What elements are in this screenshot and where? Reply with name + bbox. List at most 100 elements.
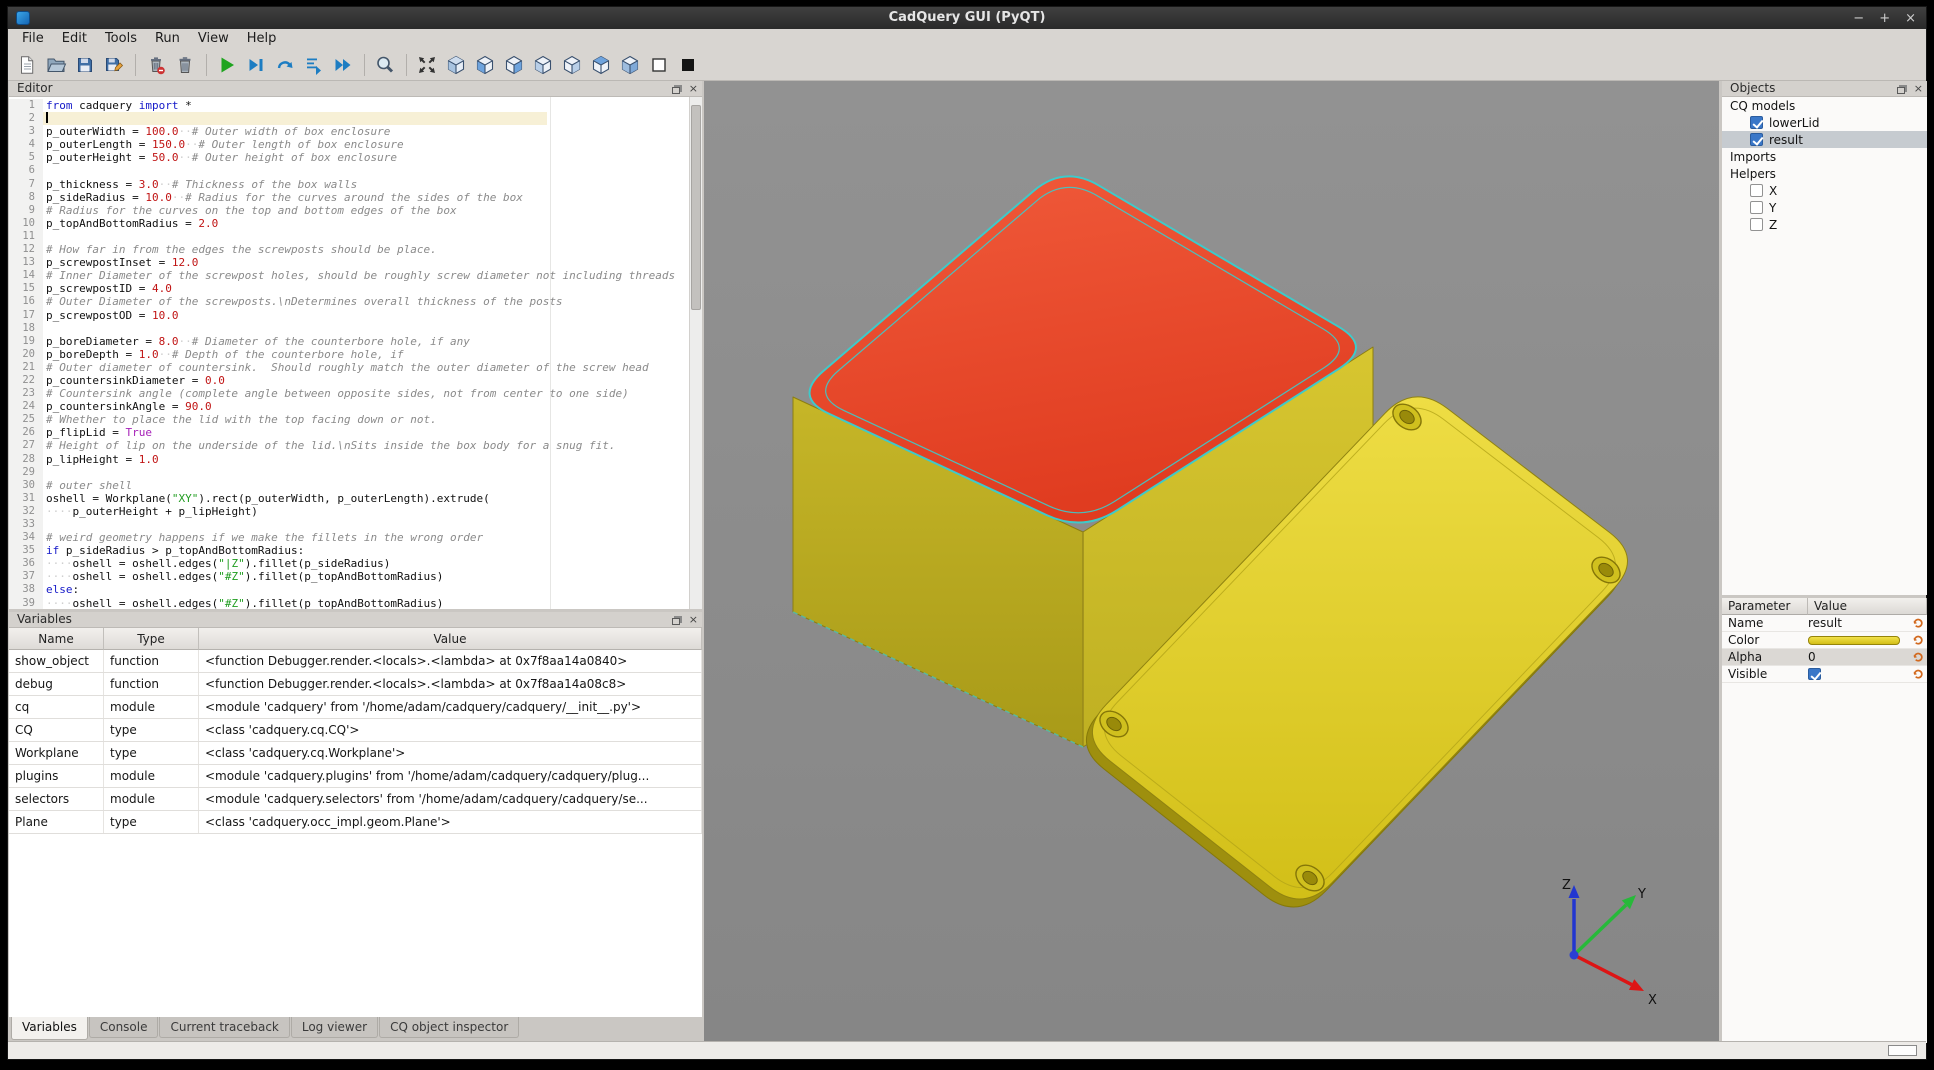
view-back-button[interactable] <box>500 51 527 78</box>
code-line[interactable]: 23# Countersink angle (complete angle be… <box>9 387 689 400</box>
param-row-name[interactable]: Nameresult <box>1722 615 1927 632</box>
menu-tools[interactable]: Tools <box>96 29 146 49</box>
variables-column-name[interactable]: Name <box>9 628 104 650</box>
code-line[interactable]: 25# Whether to place the lid with the to… <box>9 413 689 426</box>
continue-button[interactable] <box>329 51 356 78</box>
code-line[interactable]: 37····oshell = oshell.edges("#Z").fillet… <box>9 570 689 583</box>
menu-file[interactable]: File <box>13 29 53 49</box>
view-right-button[interactable] <box>558 51 585 78</box>
wireframe-button[interactable] <box>645 51 672 78</box>
reset-button[interactable] <box>1909 634 1927 646</box>
code-line[interactable]: 2 <box>9 112 689 125</box>
variable-row-Plane[interactable]: Planetype<class 'cadquery.occ_impl.geom.… <box>9 811 702 834</box>
code-line[interactable]: 27# Height of lip on the underside of th… <box>9 439 689 452</box>
code-line[interactable]: 6 <box>9 164 689 177</box>
float-panel-icon[interactable] <box>672 87 680 94</box>
code-line[interactable]: 24p_countersinkAngle = 90.0 <box>9 400 689 413</box>
variables-column-value[interactable]: Value <box>199 628 702 650</box>
code-line[interactable]: 29 <box>9 466 689 479</box>
variables-column-type[interactable]: Type <box>104 628 199 650</box>
code-line[interactable]: 18 <box>9 322 689 335</box>
step-button[interactable] <box>271 51 298 78</box>
code-line[interactable]: 20p_boreDepth = 1.0··# Depth of the coun… <box>9 348 689 361</box>
save-script-as-button[interactable] <box>100 51 127 78</box>
code-line[interactable]: 3p_outerWidth = 100.0··# Outer width of … <box>9 125 689 138</box>
close-panel-icon[interactable]: × <box>1914 83 1923 95</box>
code-line[interactable]: 34# weird geometry happens if we make th… <box>9 531 689 544</box>
tree-item-x[interactable]: X <box>1722 182 1927 199</box>
code-line[interactable]: 4p_outerLength = 150.0··# Outer length o… <box>9 138 689 151</box>
menu-edit[interactable]: Edit <box>53 29 96 49</box>
float-panel-icon[interactable] <box>672 618 680 625</box>
tab-variables[interactable]: Variables <box>11 1017 88 1040</box>
debug-button[interactable] <box>242 51 269 78</box>
code-line[interactable]: 17p_screwpostOD = 10.0 <box>9 309 689 322</box>
new-script-button[interactable] <box>13 51 40 78</box>
visible-checkbox[interactable] <box>1808 668 1821 680</box>
code-line[interactable]: 10p_topAndBottomRadius = 2.0 <box>9 217 689 230</box>
variable-row-plugins[interactable]: pluginsmodule<module 'cadquery.plugins' … <box>9 765 702 788</box>
view-iso-button[interactable] <box>442 51 469 78</box>
code-line[interactable]: 26p_flipLid = True <box>9 426 689 439</box>
param-row-color[interactable]: Color <box>1722 632 1927 649</box>
close-panel-icon[interactable]: × <box>689 83 698 95</box>
code-line[interactable]: 9# Radius for the curves on the top and … <box>9 204 689 217</box>
open-script-button[interactable] <box>42 51 69 78</box>
code-line[interactable]: 28p_lipHeight = 1.0 <box>9 453 689 466</box>
tree-item-helpers[interactable]: Helpers <box>1722 165 1927 182</box>
zoom-fit-button[interactable] <box>371 51 398 78</box>
code-line[interactable]: 12# How far in from the edges the screwp… <box>9 243 689 256</box>
viewport-3d[interactable]: Z Y X <box>704 81 1719 1043</box>
code-line[interactable]: 13p_screwpostInset = 12.0 <box>9 256 689 269</box>
maximize-button[interactable]: + <box>1879 11 1890 26</box>
tree-item-lowerlid[interactable]: lowerLid <box>1722 114 1927 131</box>
code-line[interactable]: 11 <box>9 230 689 243</box>
variable-row-debug[interactable]: debugfunction<function Debugger.render.<… <box>9 673 702 696</box>
code-line[interactable]: 30# outer shell <box>9 479 689 492</box>
menu-help[interactable]: Help <box>238 29 286 49</box>
code-line[interactable]: 1from cadquery import * <box>9 99 689 112</box>
tab-cq-object-inspector[interactable]: CQ object inspector <box>379 1017 519 1038</box>
code-line[interactable]: 15p_screwpostID = 4.0 <box>9 282 689 295</box>
reset-button[interactable] <box>1909 617 1927 629</box>
close-panel-icon[interactable]: × <box>689 614 698 626</box>
code-line[interactable]: 39····oshell = oshell.edges("#Z").fillet… <box>9 597 689 609</box>
code-editor[interactable]: 1from cadquery import *23p_outerWidth = … <box>9 97 702 609</box>
tree-item-imports[interactable]: Imports <box>1722 148 1927 165</box>
step-into-button[interactable] <box>300 51 327 78</box>
code-line[interactable]: 31oshell = Workplane("XY").rect(p_outerW… <box>9 492 689 505</box>
render-button[interactable] <box>213 51 240 78</box>
code-line[interactable]: 16# Outer Diameter of the screwposts.\nD… <box>9 295 689 308</box>
color-swatch[interactable] <box>1808 636 1900 645</box>
code-line[interactable]: 19p_boreDiameter = 8.0··# Diameter of th… <box>9 335 689 348</box>
code-line[interactable]: 32····p_outerHeight + p_lipHeight) <box>9 505 689 518</box>
code-line[interactable]: 14# Inner Diameter of the screwpost hole… <box>9 269 689 282</box>
visibility-checkbox[interactable] <box>1750 116 1763 129</box>
visibility-checkbox[interactable] <box>1750 201 1763 214</box>
variable-row-selectors[interactable]: selectorsmodule<module 'cadquery.selecto… <box>9 788 702 811</box>
menu-run[interactable]: Run <box>146 29 189 49</box>
view-front-button[interactable] <box>471 51 498 78</box>
code-line[interactable]: 35if p_sideRadius > p_topAndBottomRadius… <box>9 544 689 557</box>
tree-item-y[interactable]: Y <box>1722 199 1927 216</box>
code-line[interactable]: 8p_sideRadius = 10.0··# Radius for the c… <box>9 191 689 204</box>
reset-button[interactable] <box>1909 651 1927 663</box>
visibility-checkbox[interactable] <box>1750 184 1763 197</box>
minimize-button[interactable]: − <box>1853 11 1864 26</box>
tree-item-z[interactable]: Z <box>1722 216 1927 233</box>
reset-button[interactable] <box>1909 668 1927 680</box>
param-row-alpha[interactable]: Alpha0 <box>1722 649 1927 666</box>
menu-view[interactable]: View <box>189 29 238 49</box>
param-row-visible[interactable]: Visible <box>1722 666 1927 683</box>
delete-all-button[interactable] <box>171 51 198 78</box>
tab-current-traceback[interactable]: Current traceback <box>159 1017 289 1038</box>
tree-item-result[interactable]: result <box>1722 131 1927 148</box>
tab-console[interactable]: Console <box>89 1017 159 1038</box>
close-button[interactable]: × <box>1905 11 1916 26</box>
variable-row-cq[interactable]: cqmodule<module 'cadquery' from '/home/a… <box>9 696 702 719</box>
editor-scrollbar[interactable] <box>689 97 702 609</box>
save-script-button[interactable] <box>71 51 98 78</box>
delete-selected-button[interactable] <box>142 51 169 78</box>
code-line[interactable]: 7p_thickness = 3.0··# Thickness of the b… <box>9 178 689 191</box>
variable-row-CQ[interactable]: CQtype<class 'cadquery.cq.CQ'> <box>9 719 702 742</box>
